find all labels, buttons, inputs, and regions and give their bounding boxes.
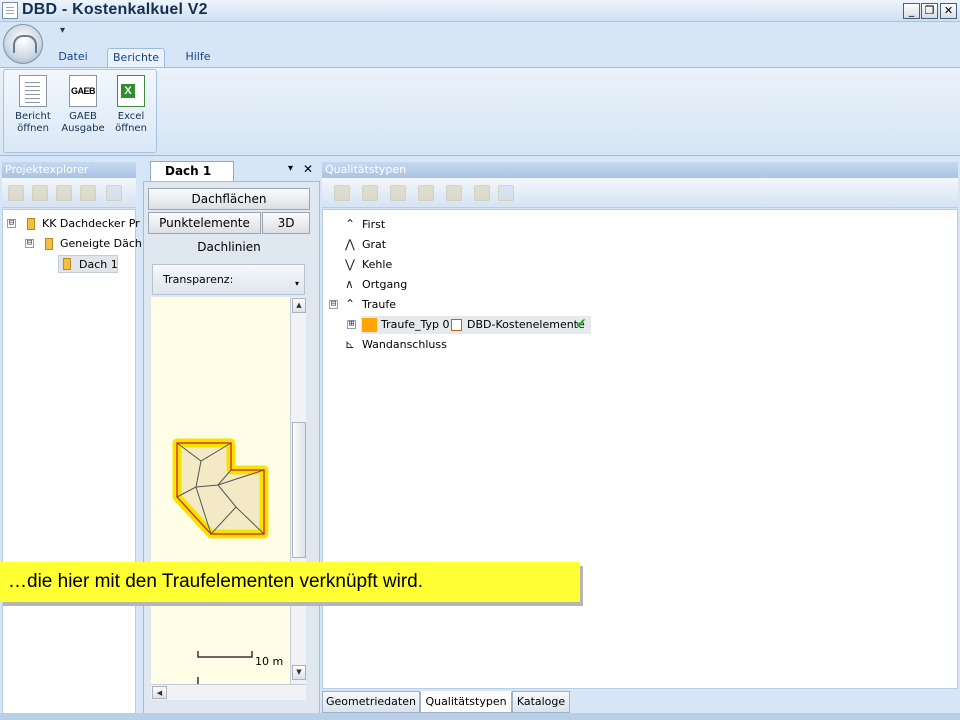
check-icon: ✔ — [575, 316, 587, 332]
app-document-icon — [2, 2, 18, 19]
traufe-icon: ⌃ — [345, 297, 356, 311]
tree-label-ortgang: Ortgang — [362, 278, 408, 291]
tab-qualitaetstypen[interactable]: Qualitätstypen — [420, 691, 512, 713]
folder-icon — [45, 238, 53, 250]
excel-oeffnen-button[interactable]: Excel öffnen — [108, 73, 154, 145]
tab-hilfe[interactable]: Hilfe — [178, 48, 218, 68]
tutorial-tooltip: …die hier mit den Traufelementen verknüp… — [0, 562, 580, 602]
delete-type-icon[interactable] — [362, 185, 378, 201]
tree-label-traufe: Traufe — [362, 298, 396, 311]
collapse-icon[interactable]: ⊟ — [7, 219, 16, 228]
collapse-icon[interactable]: ⊟ — [25, 239, 34, 248]
first-icon: ⌃ — [345, 217, 356, 231]
horizontal-scrollbar[interactable]: ◀ — [151, 684, 306, 700]
transparenz-bar: Transparenz: ▾ — [152, 264, 305, 295]
qualitaetstypen-toolbar — [322, 178, 958, 208]
tab-kataloge[interactable]: Kataloge — [512, 691, 570, 713]
application-menu-button[interactable] — [3, 24, 43, 64]
gaeb-icon: GAEB — [69, 75, 97, 107]
bericht-oeffnen-label: Bericht öffnen — [15, 111, 51, 134]
add-icon[interactable] — [8, 185, 24, 201]
expand-icon[interactable]: ⊞ — [347, 320, 356, 329]
tree-label-wandanschluss: Wandanschluss — [362, 338, 447, 351]
vertical-scrollbar[interactable]: ▲ ▼ — [290, 297, 306, 684]
tab-datei[interactable]: Datei — [52, 48, 94, 68]
dachlinien-button[interactable]: Dachlinien — [148, 236, 310, 258]
tab-geometriedaten[interactable]: Geometriedaten — [322, 691, 420, 713]
tree-label-traufe-typ-0: Traufe_Typ 0 — [381, 318, 450, 331]
projektexplorer-tree: ⊟ KK Dachdecker Pr ⊟ Geneigte Däch Dach … — [2, 209, 142, 714]
status-bar — [0, 713, 960, 720]
collapse-icon[interactable]: ⊟ — [329, 300, 338, 309]
report-icon — [19, 75, 47, 107]
tree-label-grat: Grat — [362, 238, 387, 251]
minimize-button[interactable]: _ — [903, 3, 920, 19]
scroll-down-button[interactable]: ▼ — [292, 665, 306, 680]
excel-oeffnen-label: Excel öffnen — [115, 111, 147, 134]
tree-node-traufe-typ-0[interactable]: ⊞ Traufe_Typ 0 DBD-Kostenelemente ✔ — [347, 316, 617, 334]
toolbar-overflow-icon[interactable] — [498, 185, 514, 201]
dachflaechen-button[interactable]: Dachflächen — [148, 188, 310, 210]
qualitaetstypen-tree: ⌃ First ⋀ Grat ⋁ Kehle ∧ Ortgang ⊟ ⌃ Tra… — [322, 209, 958, 689]
roof-icon — [63, 258, 71, 270]
tree-label-first: First — [362, 218, 386, 231]
folder-icon — [27, 218, 35, 230]
tab-dach-1[interactable]: Dach 1 — [150, 161, 234, 181]
scale-label: 10 m — [255, 655, 284, 668]
tree-label-dach-1: Dach 1 — [79, 258, 118, 271]
punktelemente-button[interactable]: Punktelemente — [148, 212, 261, 234]
tree-label-kehle: Kehle — [362, 258, 393, 271]
window-title: DBD - Kostenkalkuel V2 — [22, 1, 208, 18]
tree-node-dach-1[interactable]: Dach 1 — [58, 255, 118, 273]
copy-type-icon[interactable] — [446, 185, 462, 201]
projektexplorer-header: Projektexplorer — [2, 162, 136, 178]
scroll-up-button[interactable]: ▲ — [292, 298, 306, 313]
new-type-icon[interactable] — [334, 185, 350, 201]
bericht-oeffnen-button[interactable]: Bericht öffnen — [10, 73, 56, 145]
toolbar-overflow-icon[interactable] — [106, 185, 122, 201]
color-swatch-icon — [362, 318, 377, 332]
remove-assignment-icon[interactable] — [474, 185, 490, 201]
assign-icon[interactable] — [418, 185, 434, 201]
gaeb-ausgabe-button[interactable]: GAEB GAEB Ausgabe — [60, 73, 106, 145]
3d-button[interactable]: 3D — [262, 212, 310, 234]
projektexplorer-toolbar — [2, 178, 136, 208]
edit-icon[interactable] — [32, 185, 48, 201]
grat-icon: ⋀ — [345, 237, 355, 251]
transparenz-dropdown-icon[interactable]: ▾ — [295, 279, 299, 288]
wandanschluss-icon: ⊾ — [345, 337, 356, 351]
roof-plan-canvas[interactable]: 10 m — [151, 297, 290, 684]
qualitaetstypen-header: Qualitätstypen — [322, 162, 958, 178]
tab-berichte[interactable]: Berichte — [107, 48, 165, 68]
close-button[interactable]: ✕ — [940, 3, 957, 19]
transparenz-label: Transparenz: — [163, 273, 234, 286]
roof-plan-drawing — [172, 438, 269, 684]
restore-button[interactable]: ❐ — [921, 3, 938, 19]
scrollbar-thumb[interactable] — [292, 422, 306, 558]
tree-label-dbd-kostenelemente: DBD-Kostenelemente — [467, 318, 585, 331]
delete-icon[interactable] — [80, 185, 96, 201]
quick-access-dropdown-icon[interactable]: ▾ — [60, 25, 65, 36]
kehle-icon: ⋁ — [345, 257, 355, 271]
tree-label-geneigte-daecher: Geneigte Däch — [60, 237, 142, 250]
tree-label-project: KK Dachdecker Pr — [42, 217, 140, 230]
cost-element-icon — [451, 319, 462, 331]
pin-icon[interactable]: ▾ — [288, 163, 293, 174]
gaeb-ausgabe-label: GAEB Ausgabe — [61, 111, 105, 134]
scroll-left-button[interactable]: ◀ — [152, 686, 167, 699]
ortgang-icon: ∧ — [345, 277, 354, 291]
copy-icon[interactable] — [56, 185, 72, 201]
close-panel-icon[interactable]: ✕ — [303, 162, 313, 176]
edit-type-icon[interactable] — [390, 185, 406, 201]
excel-icon — [117, 75, 145, 107]
